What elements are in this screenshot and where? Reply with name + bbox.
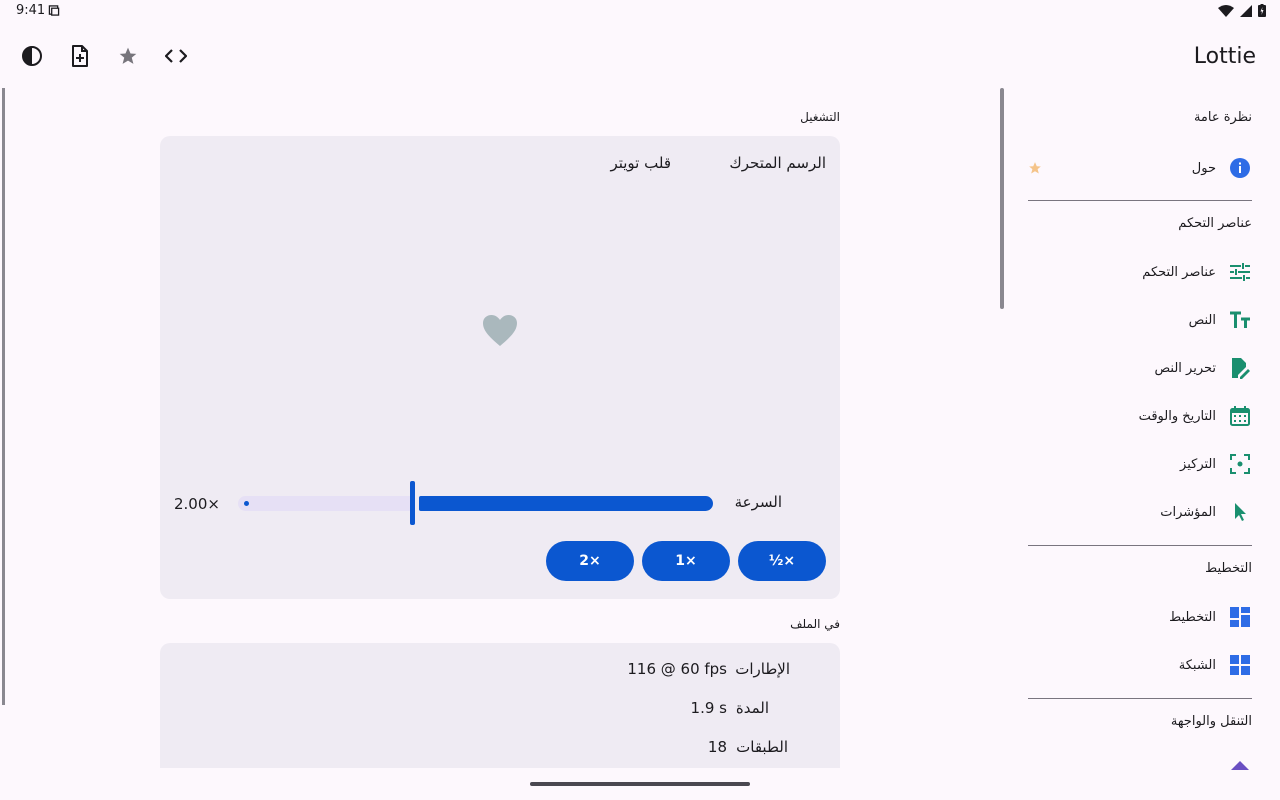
speed-slider-handle[interactable] [410,481,415,525]
slider-stop-indicator [244,501,249,506]
content-scrollbar[interactable] [2,88,5,705]
speed-value: 2.00× [174,495,220,513]
gesture-handle[interactable] [530,782,750,786]
sidebar-item-label: تحرير النص [1154,360,1216,376]
app-title: Lottie [1193,44,1256,69]
cursor-icon [1228,500,1252,524]
clipboard-icon [48,5,60,16]
frames-value: 116 @ 60 fps [627,660,727,678]
layout-header: التخطيط [1205,561,1252,576]
sidebar-item-grid[interactable]: الشبكة [1012,645,1252,685]
file-section-label: في الملف [790,617,840,631]
playback-card [160,136,840,599]
note-add-icon [72,45,88,67]
controls-header: عناصر التحكم [1178,216,1252,231]
sidebar-item-label: التركيز [1180,456,1216,472]
sidebar-item-focus[interactable]: التركيز [1012,444,1252,484]
theme-toggle-button[interactable] [16,40,48,72]
sidebar-item-pointers[interactable]: المؤشرات [1012,492,1252,532]
grid-icon [1228,653,1252,677]
battery-icon [1258,4,1266,17]
frames-label: الإطارات [735,660,790,678]
duration-value: 1.9 s [690,699,727,717]
sidebar-item-label: عناصر التحكم [1142,264,1216,280]
sidebar-item-layout[interactable]: التخطيط [1012,597,1252,637]
layers-value: 18 [707,738,727,756]
navigation-icon [1231,761,1249,770]
playback-section-label: التشغيل [800,110,840,124]
navigation-header: التنقل والواجهة [1170,714,1252,729]
favorite-button[interactable] [112,40,144,72]
sidebar-item-label: النص [1188,312,1216,328]
tune-icon [1228,260,1252,284]
sidebar-item-edit-text[interactable]: تحرير النص [1012,348,1252,388]
sidebar-item-label: التاريخ والوقت [1138,408,1216,424]
sidebar-item-label: الشبكة [1178,657,1216,673]
new-document-button[interactable] [64,40,96,72]
contrast-icon [22,46,42,66]
speed-slider-track-inactive[interactable] [238,496,411,511]
bottom-bar [0,768,1000,800]
view-code-button[interactable] [160,40,192,72]
wifi-icon [1218,4,1234,17]
text-fields-icon [1228,308,1252,332]
status-icons [1218,4,1266,17]
speed-2x-button[interactable]: 2× [546,541,634,581]
info-icon [1228,156,1252,180]
speed-label: السرعة [734,493,782,511]
duration-label: المدة [735,699,769,717]
star-icon[interactable] [1028,161,1042,175]
sidebar-item-date-time[interactable]: التاريخ والوقت [1012,396,1252,436]
sidebar-item-about[interactable]: حول [1028,148,1252,188]
center-focus-icon [1228,452,1252,476]
sidebar-item-controls[interactable]: عناصر التحكم [1012,252,1252,292]
nav-scrollbar[interactable] [1000,88,1004,309]
star-icon [119,47,137,64]
signal-icon [1240,4,1252,17]
calendar-icon [1228,404,1252,428]
animation-label: الرسم المتحرك [729,154,826,172]
edit-document-icon [1228,356,1252,380]
layers-label: الطبقات [736,738,788,756]
nav-divider [1028,200,1252,201]
nav-divider [1028,698,1252,699]
sidebar-item-label: المؤشرات [1160,504,1216,520]
status-time: 9:41 [16,3,46,18]
heart-animation [483,315,517,346]
animation-picker[interactable]: قلب تويتر [610,154,671,172]
nav-divider [1028,545,1252,546]
sidebar-item-text[interactable]: النص [1012,300,1252,340]
dashboard-icon [1228,605,1252,629]
sidebar-item-label: التخطيط [1169,609,1216,625]
speed-slider-track-active[interactable] [419,496,713,511]
overview-header: نظرة عامة [1193,110,1252,125]
navigation-item-icon-partial[interactable] [1230,760,1250,770]
speed-half-button[interactable]: ½× [738,541,826,581]
sidebar-item-label: حول [1191,160,1216,176]
code-icon [165,49,187,63]
speed-1x-button[interactable]: 1× [642,541,730,581]
